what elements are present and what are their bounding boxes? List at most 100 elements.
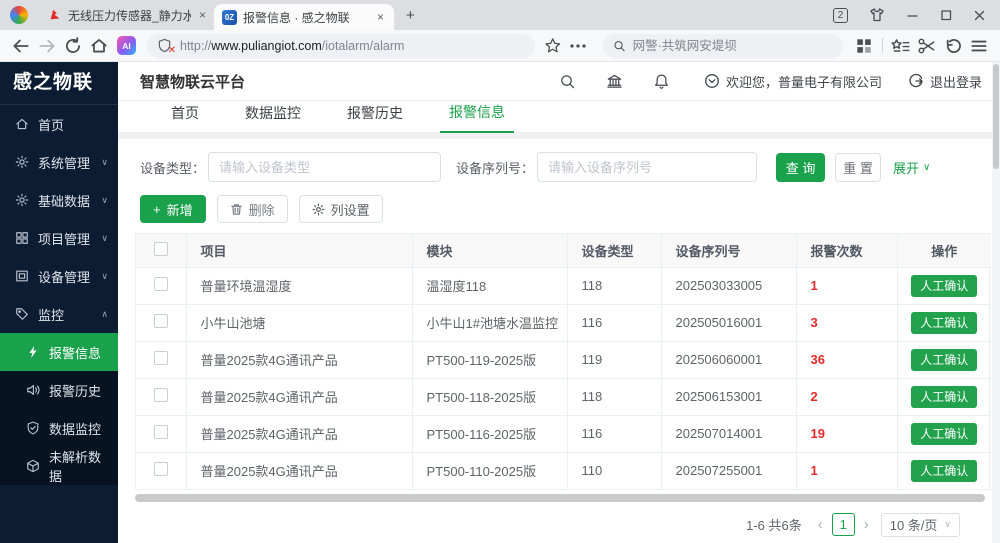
trash-icon — [230, 203, 243, 216]
table-header-row: 项目 模块 设备类型 设备序列号 报警次数 操作 — [136, 234, 991, 267]
row-checkbox[interactable] — [154, 388, 168, 402]
sidebar-item-label: 未解析数据 — [49, 447, 108, 485]
sidebar-item-unparsed-data[interactable]: 未解析数据 — [0, 447, 118, 485]
gear-icon — [312, 203, 325, 216]
tab-close-icon[interactable]: × — [197, 8, 208, 22]
sidebar-item-device[interactable]: 设备管理 ∨ — [0, 257, 118, 295]
site-safety-icon[interactable]: ✕ — [157, 38, 173, 54]
window-count-badge[interactable]: 2 — [833, 8, 848, 23]
serial-input[interactable] — [537, 152, 757, 182]
delete-button[interactable]: 删除 — [217, 195, 288, 223]
browser-tab-1[interactable]: 无线压力传感器_静力水准仪_ × — [42, 7, 214, 24]
tab-close-icon[interactable]: × — [375, 10, 386, 24]
page-number-button[interactable]: 1 — [832, 513, 855, 536]
favorites-list-icon[interactable] — [891, 36, 911, 56]
bell-icon[interactable] — [653, 73, 670, 90]
vertical-scrollbar-thumb[interactable] — [993, 64, 999, 169]
sidebar-item-label: 报警历史 — [49, 381, 101, 400]
col-header-project: 项目 — [186, 234, 412, 267]
sidebar-item-label: 设备管理 — [38, 267, 90, 286]
column-settings-button[interactable]: 列设置 — [299, 195, 383, 223]
browser-logo-icon[interactable] — [10, 6, 28, 24]
browser-search-input[interactable] — [633, 39, 833, 53]
browser-search-box[interactable] — [603, 34, 843, 58]
project-cell: 普量2025款4G通讯产品 — [186, 415, 412, 452]
page-size-value: 10 条/页 — [890, 515, 938, 534]
logout-button[interactable]: 退出登录 — [908, 72, 982, 91]
home-icon[interactable] — [89, 36, 109, 56]
col-header-count: 报警次数 — [796, 234, 897, 267]
welcome-account[interactable]: 欢迎您，普量电子有限公司 — [704, 72, 882, 91]
row-checkbox[interactable] — [154, 462, 168, 476]
ai-assistant-icon[interactable]: AI — [117, 36, 136, 55]
confirm-button[interactable]: 人工确认 — [911, 312, 977, 334]
row-checkbox[interactable] — [154, 314, 168, 328]
tab-alarm-history[interactable]: 报警历史 — [338, 103, 412, 132]
gear-icon — [15, 193, 29, 207]
tab-alarm-info[interactable]: 报警信息 — [440, 102, 514, 133]
sidebar-item-system[interactable]: 系统管理 ∨ — [0, 143, 118, 181]
tab-data-monitor[interactable]: 数据监控 — [236, 103, 310, 132]
sidebar-item-monitor[interactable]: 监控 ∧ — [0, 295, 118, 333]
new-tab-button[interactable]: + — [406, 7, 415, 24]
col-header-module: 模块 — [412, 234, 567, 267]
undo-icon[interactable] — [943, 36, 963, 56]
table-row: 普量2025款4G通讯产品 PT500-110-2025版 110 202507… — [136, 452, 991, 489]
bookmark-star-icon[interactable] — [543, 36, 562, 55]
chevron-up-icon: ∧ — [101, 309, 108, 320]
sidebar-item-alarm-info[interactable]: 报警信息 — [0, 333, 118, 371]
module-cell: PT500-119-2025版 — [412, 341, 567, 378]
browser-navbar: AI ✕ http://www.puliangiot.com/iotalarm/… — [0, 30, 1000, 62]
theme-shirt-icon[interactable] — [869, 7, 885, 23]
scissors-icon[interactable] — [917, 36, 937, 56]
confirm-button[interactable]: 人工确认 — [911, 386, 977, 408]
sidebar-item-data-monitor[interactable]: 数据监控 — [0, 409, 118, 447]
sidebar-item-basedata[interactable]: 基础数据 ∨ — [0, 181, 118, 219]
sidebar-item-home[interactable]: 首页 — [0, 105, 118, 143]
bank-icon[interactable] — [606, 73, 623, 90]
header-search-icon[interactable] — [559, 73, 576, 90]
page-size-select[interactable]: 10 条/页 ∨ — [881, 513, 960, 537]
page-title: 智慧物联云平台 — [140, 71, 245, 92]
minimize-button[interactable] — [906, 9, 919, 22]
chevron-down-icon: ∨ — [101, 233, 108, 244]
prev-page-button[interactable]: ‹ — [814, 516, 827, 533]
confirm-button[interactable]: 人工确认 — [911, 349, 977, 371]
expand-toggle[interactable]: 展开 ∨ — [893, 158, 930, 177]
row-checkbox[interactable] — [154, 277, 168, 291]
delete-label: 删除 — [249, 200, 275, 219]
device-type-cell: 116 — [567, 415, 661, 452]
confirm-button[interactable]: 人工确认 — [911, 460, 977, 482]
forward-icon[interactable] — [37, 36, 57, 56]
back-icon[interactable] — [11, 36, 31, 56]
close-button[interactable] — [973, 9, 986, 22]
next-page-button[interactable]: › — [860, 516, 873, 533]
module-cell: PT500-116-2025版 — [412, 415, 567, 452]
address-bar[interactable]: ✕ http://www.puliangiot.com/iotalarm/ala… — [147, 34, 535, 58]
row-checkbox[interactable] — [154, 425, 168, 439]
search-button[interactable]: 查 询 — [776, 153, 825, 182]
apps-grid-icon[interactable] — [854, 36, 874, 56]
tab-home[interactable]: 首页 — [162, 103, 208, 132]
account-circle-icon — [704, 73, 720, 89]
browser-tab-2-active[interactable]: 0Z 报警信息 · 感之物联 × — [214, 4, 394, 30]
add-button[interactable]: + 新增 — [140, 195, 206, 223]
horizontal-scrollbar[interactable] — [135, 494, 985, 502]
device-type-input[interactable] — [208, 152, 441, 182]
menu-icon[interactable] — [969, 36, 989, 56]
reload-icon[interactable] — [63, 36, 83, 56]
sidebar-item-alarm-history[interactable]: 报警历史 — [0, 371, 118, 409]
row-checkbox[interactable] — [154, 351, 168, 365]
pagination-summary: 1-6 共6条 — [746, 515, 802, 534]
toolbar-divider — [882, 38, 883, 53]
select-all-checkbox[interactable] — [154, 242, 168, 256]
alarm-count-cell: 1 — [796, 267, 897, 304]
url-scheme: http:// — [180, 39, 211, 53]
maximize-button[interactable] — [940, 9, 952, 21]
confirm-button[interactable]: 人工确认 — [911, 275, 977, 297]
sidebar-item-project[interactable]: 项目管理 ∨ — [0, 219, 118, 257]
more-options-icon[interactable] — [568, 36, 588, 56]
reset-button[interactable]: 重 置 — [835, 153, 881, 182]
confirm-button[interactable]: 人工确认 — [911, 423, 977, 445]
vertical-scrollbar-track[interactable] — [992, 62, 1000, 543]
